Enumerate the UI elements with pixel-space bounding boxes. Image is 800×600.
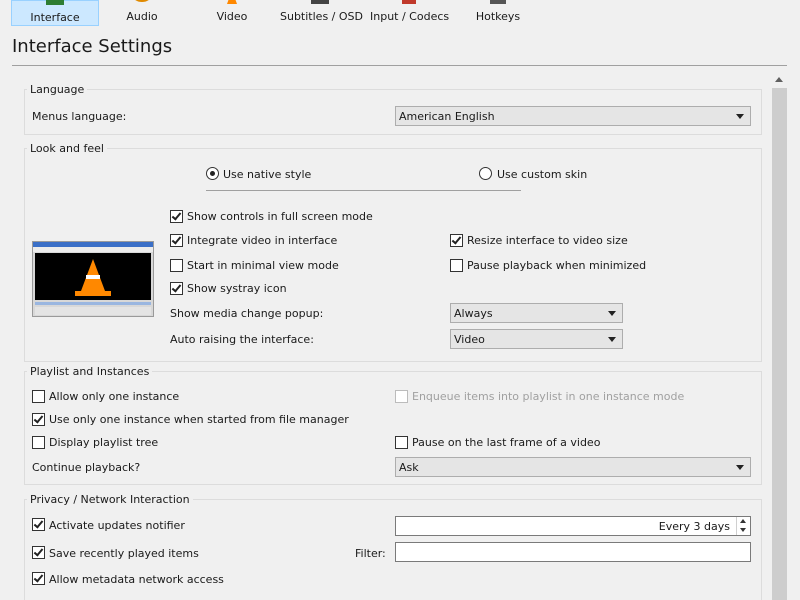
continue-playback-select[interactable]: Ask bbox=[395, 457, 751, 477]
scroll-up-icon[interactable] bbox=[775, 77, 783, 82]
check-icon bbox=[33, 518, 44, 529]
scrollbar-thumb[interactable] bbox=[772, 88, 787, 600]
page-title: Interface Settings bbox=[12, 36, 173, 57]
select-value: American English bbox=[399, 110, 495, 123]
tab-label: Interface bbox=[30, 11, 80, 24]
minimal-view-label[interactable]: Start in minimal view mode bbox=[187, 259, 339, 272]
chevron-down-icon bbox=[608, 337, 616, 342]
spinbox-value: Every 3 days bbox=[658, 520, 730, 533]
auto-raise-select[interactable]: Video bbox=[450, 329, 623, 349]
check-icon bbox=[171, 282, 182, 293]
check-icon bbox=[33, 572, 44, 583]
check-icon bbox=[171, 234, 182, 245]
group-title-playlist: Playlist and Instances bbox=[27, 365, 153, 378]
systray-checkbox[interactable] bbox=[170, 282, 183, 295]
select-value: Always bbox=[454, 307, 493, 320]
tab-video[interactable]: Video bbox=[200, 0, 264, 26]
vertical-scrollbar[interactable] bbox=[771, 72, 788, 600]
spin-buttons[interactable] bbox=[736, 517, 750, 535]
group-title-language: Language bbox=[27, 83, 88, 96]
chevron-down-icon bbox=[736, 465, 744, 470]
tab-label: Audio bbox=[126, 10, 158, 23]
menus-language-label: Menus language: bbox=[32, 110, 127, 123]
hotkeys-icon bbox=[490, 0, 506, 4]
tab-label: Hotkeys bbox=[475, 10, 521, 23]
updates-interval-spinbox[interactable]: Every 3 days bbox=[395, 516, 751, 536]
check-icon bbox=[33, 413, 44, 424]
chevron-down-icon bbox=[608, 311, 616, 316]
enqueue-checkbox bbox=[395, 390, 408, 403]
tab-input-codecs[interactable]: Input / Codecs bbox=[370, 0, 450, 26]
pause-last-frame-checkbox[interactable] bbox=[395, 436, 408, 449]
interface-preview-image bbox=[32, 241, 154, 317]
tab-interface[interactable]: Interface bbox=[11, 0, 99, 26]
spin-down-icon[interactable] bbox=[740, 528, 746, 532]
select-value: Video bbox=[454, 333, 485, 346]
check-icon bbox=[171, 210, 182, 221]
auto-raise-label: Auto raising the interface: bbox=[170, 333, 314, 346]
interface-icon bbox=[46, 0, 64, 5]
native-style-radio[interactable] bbox=[206, 167, 219, 180]
radio-selected-dot bbox=[210, 171, 215, 176]
category-toolbar: Interface Audio Video Subtitles / OSD In… bbox=[0, 0, 800, 26]
filter-label: Filter: bbox=[355, 547, 386, 560]
pause-minimized-checkbox[interactable] bbox=[450, 259, 463, 272]
title-divider bbox=[12, 65, 787, 66]
one-instance-checkbox[interactable] bbox=[32, 390, 45, 403]
resize-interface-checkbox[interactable] bbox=[450, 234, 463, 247]
menus-language-select[interactable]: American English bbox=[395, 106, 751, 126]
spin-up-icon[interactable] bbox=[740, 519, 746, 523]
subtitles-icon bbox=[311, 0, 329, 4]
input-codecs-icon bbox=[402, 0, 416, 4]
integrate-video-checkbox[interactable] bbox=[170, 234, 183, 247]
playlist-tree-checkbox[interactable] bbox=[32, 436, 45, 449]
one-instance-label[interactable]: Allow only one instance bbox=[49, 390, 179, 403]
chevron-down-icon bbox=[736, 114, 744, 119]
group-title-privacy: Privacy / Network Interaction bbox=[27, 493, 193, 506]
native-style-label[interactable]: Use native style bbox=[223, 168, 311, 181]
continue-playback-label: Continue playback? bbox=[32, 461, 141, 474]
tab-audio[interactable]: Audio bbox=[110, 0, 174, 26]
custom-skin-label[interactable]: Use custom skin bbox=[497, 168, 587, 181]
check-icon bbox=[451, 234, 462, 245]
minimal-view-checkbox[interactable] bbox=[170, 259, 183, 272]
file-manager-instance-label[interactable]: Use only one instance when started from … bbox=[49, 413, 349, 426]
tab-label: Video bbox=[216, 10, 248, 23]
style-divider bbox=[206, 190, 521, 191]
recent-items-label[interactable]: Save recently played items bbox=[49, 547, 199, 560]
show-controls-fullscreen-label[interactable]: Show controls in full screen mode bbox=[187, 210, 373, 223]
tab-label: Input / Codecs bbox=[370, 10, 450, 23]
file-manager-instance-checkbox[interactable] bbox=[32, 413, 45, 426]
check-icon bbox=[33, 546, 44, 557]
custom-skin-radio[interactable] bbox=[479, 167, 492, 180]
select-value: Ask bbox=[399, 461, 419, 474]
media-popup-label: Show media change popup: bbox=[170, 307, 324, 320]
group-title-look-and-feel: Look and feel bbox=[27, 142, 107, 155]
systray-label[interactable]: Show systray icon bbox=[187, 282, 287, 295]
metadata-access-checkbox[interactable] bbox=[32, 572, 45, 585]
pause-minimized-label[interactable]: Pause playback when minimized bbox=[467, 259, 646, 272]
metadata-access-label[interactable]: Allow metadata network access bbox=[49, 573, 224, 586]
integrate-video-label[interactable]: Integrate video in interface bbox=[187, 234, 337, 247]
tab-subtitles-osd[interactable]: Subtitles / OSD bbox=[280, 0, 363, 26]
audio-icon bbox=[135, 0, 149, 2]
video-icon bbox=[227, 0, 237, 4]
media-popup-select[interactable]: Always bbox=[450, 303, 623, 323]
playlist-tree-label[interactable]: Display playlist tree bbox=[49, 436, 158, 449]
updates-notifier-checkbox[interactable] bbox=[32, 518, 45, 531]
pause-last-frame-label[interactable]: Pause on the last frame of a video bbox=[412, 436, 600, 449]
show-controls-fullscreen-checkbox[interactable] bbox=[170, 210, 183, 223]
updates-notifier-label[interactable]: Activate updates notifier bbox=[49, 519, 185, 532]
tab-label: Subtitles / OSD bbox=[280, 10, 363, 23]
enqueue-label: Enqueue items into playlist in one insta… bbox=[412, 390, 685, 403]
recent-items-checkbox[interactable] bbox=[32, 546, 45, 559]
filter-input[interactable] bbox=[395, 542, 751, 562]
resize-interface-label[interactable]: Resize interface to video size bbox=[467, 234, 628, 247]
tab-hotkeys[interactable]: Hotkeys bbox=[466, 0, 530, 26]
